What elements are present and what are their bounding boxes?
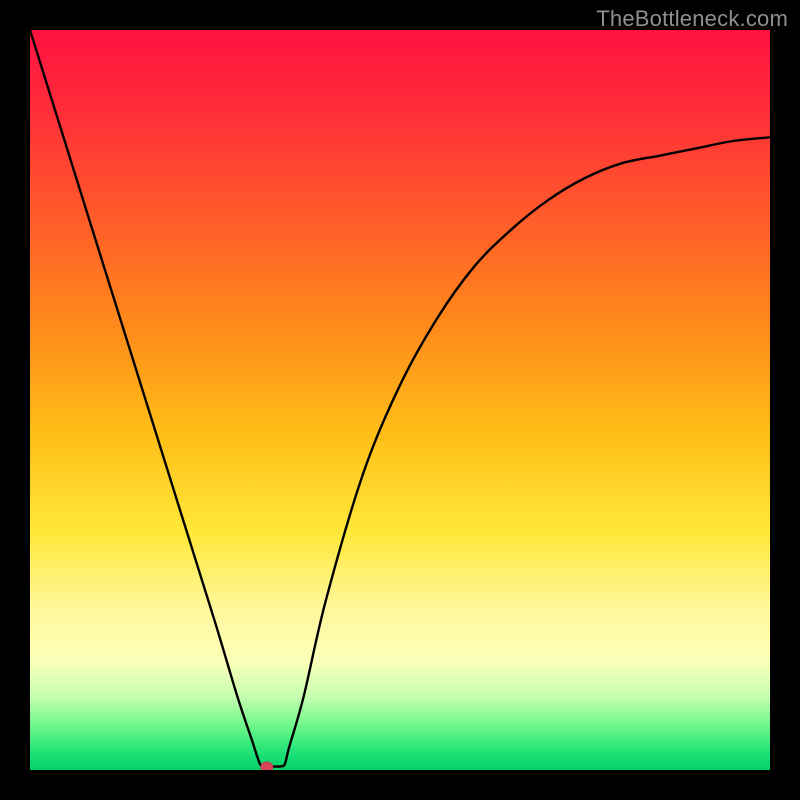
chart-frame: TheBottleneck.com [0, 0, 800, 800]
bottleneck-curve [30, 30, 770, 770]
plot-area [30, 30, 770, 770]
watermark-text: TheBottleneck.com [596, 6, 788, 32]
